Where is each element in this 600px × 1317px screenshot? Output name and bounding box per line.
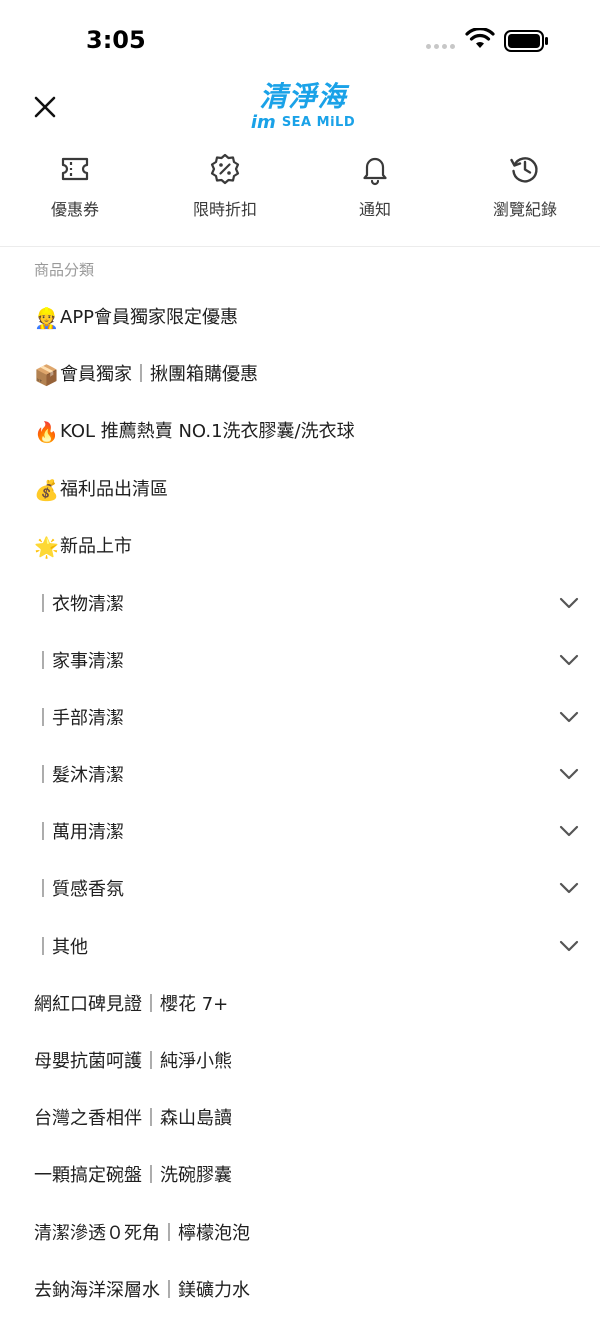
menu-item-kol-recommend[interactable]: 🔥KOL 推薦熱賣 NO.1洗衣膠囊/洗衣球 xyxy=(0,402,600,459)
browse-history-button[interactable]: 瀏覽紀錄 xyxy=(450,152,600,232)
menu-item-label: 新品上市 xyxy=(60,535,132,557)
wifi-icon xyxy=(465,28,495,48)
menu-item-group-buy[interactable]: 📦會員獨家｜揪團箱購優惠 xyxy=(0,345,600,402)
menu-item-label: 母嬰抗菌呵護｜純淨小熊 xyxy=(34,1051,232,1073)
close-icon xyxy=(34,96,56,118)
battery-icon xyxy=(504,30,548,52)
divider xyxy=(0,246,600,247)
chevron-down-icon xyxy=(559,597,579,608)
coupon-label: 優惠券 xyxy=(50,200,99,219)
menu-item-label: ｜衣物清潔 xyxy=(34,593,124,615)
quick-actions: 優惠券 限時折扣 通知 瀏覽紀錄 xyxy=(0,152,600,232)
brand-logo: 清淨海 im SEA MiLD xyxy=(248,80,358,136)
close-button[interactable] xyxy=(30,92,60,122)
menu-item-mineral-water[interactable]: 去鈉海洋深層水｜鎂礦力水 xyxy=(0,1260,600,1317)
menu-item-label: 一顆搞定碗盤｜洗碗膠囊 xyxy=(34,1165,232,1187)
menu-item-label: ｜家事清潔 xyxy=(34,650,124,672)
chevron-down-icon xyxy=(559,711,579,723)
package-emoji-icon: 📦 xyxy=(34,363,59,388)
browse-history-label: 瀏覽紀錄 xyxy=(492,200,557,219)
menu-item-new-arrivals[interactable]: 🌟新品上市 xyxy=(0,517,600,574)
coupon-button[interactable]: 優惠券 xyxy=(0,152,150,232)
menu-item-label: 網紅口碑見證｜櫻花 7+ xyxy=(34,993,229,1015)
chevron-down-icon xyxy=(559,940,579,951)
menu-item-dishwasher-capsule[interactable]: 一顆搞定碗盤｜洗碗膠囊 xyxy=(0,1146,600,1203)
menu-item-clearance[interactable]: 💰福利品出清區 xyxy=(0,460,600,517)
menu-item-lemon-bubble[interactable]: 清潔滲透０死角｜檸檬泡泡 xyxy=(0,1203,600,1260)
menu-item-label: 清潔滲透０死角｜檸檬泡泡 xyxy=(34,1222,250,1244)
fire-emoji-icon: 🔥 xyxy=(34,420,59,445)
menu-item-label: ｜萬用清潔 xyxy=(34,822,124,844)
chevron-down-icon xyxy=(559,826,579,837)
header: 清淨海 im SEA MiLD xyxy=(0,80,600,140)
chevron-down-icon xyxy=(559,654,579,665)
menu-item-household[interactable]: ｜家事清潔 xyxy=(0,631,600,688)
logo-wordmark: SEA MiLD xyxy=(281,115,356,130)
menu-item-label: ｜髮沐清潔 xyxy=(34,765,124,787)
coupon-icon xyxy=(61,157,89,181)
menu-item-label: APP會員獨家限定優惠 xyxy=(60,307,239,329)
menu-item-label: ｜質感香氛 xyxy=(34,879,124,901)
chevron-down-icon xyxy=(559,768,579,780)
status-bar: 3:05 xyxy=(0,0,600,80)
cellular-signal-icon xyxy=(426,44,455,49)
menu-item-label: 去鈉海洋深層水｜鎂礦力水 xyxy=(34,1279,250,1301)
menu-item-sakura[interactable]: 網紅口碑見證｜櫻花 7+ xyxy=(0,974,600,1031)
chevron-down-icon xyxy=(559,883,579,894)
history-icon xyxy=(510,157,538,183)
money-bag-emoji-icon: 💰 xyxy=(34,477,59,502)
discount-badge-icon xyxy=(210,153,240,185)
flash-discount-label: 限時折扣 xyxy=(192,200,257,219)
menu-item-label: 福利品出清區 xyxy=(60,478,168,500)
logo-chinese: 清淨海 xyxy=(259,80,347,113)
section-label-categories: 商品分類 xyxy=(34,261,95,279)
notification-button[interactable]: 通知 xyxy=(300,152,450,232)
flash-discount-button[interactable]: 限時折扣 xyxy=(150,152,300,232)
menu-item-label: KOL 推薦熱賣 NO.1洗衣膠囊/洗衣球 xyxy=(60,421,355,443)
menu-item-hand-care[interactable]: ｜手部清潔 xyxy=(0,688,600,745)
menu-item-label: ｜其他 xyxy=(34,936,88,958)
category-menu: 👷APP會員獨家限定優惠 📦會員獨家｜揪團箱購優惠 🔥KOL 推薦熱賣 NO.1… xyxy=(0,288,600,1317)
menu-item-laundry[interactable]: ｜衣物清潔 xyxy=(0,574,600,631)
menu-item-other[interactable]: ｜其他 xyxy=(0,917,600,974)
menu-item-forest-island[interactable]: 台灣之香相伴｜森山島讀 xyxy=(0,1089,600,1146)
logo-mark: im xyxy=(250,112,276,133)
logo-english: im SEA MiLD xyxy=(248,114,358,132)
menu-item-label: 台灣之香相伴｜森山島讀 xyxy=(34,1108,232,1130)
status-time: 3:05 xyxy=(86,26,146,54)
menu-item-app-member-exclusive[interactable]: 👷APP會員獨家限定優惠 xyxy=(0,288,600,345)
star-emoji-icon: 🌟 xyxy=(34,534,59,559)
menu-item-multipurpose[interactable]: ｜萬用清潔 xyxy=(0,803,600,860)
menu-item-baby-bear[interactable]: 母嬰抗菌呵護｜純淨小熊 xyxy=(0,1031,600,1088)
notification-label: 通知 xyxy=(358,200,391,219)
bell-icon xyxy=(363,157,387,186)
workers-emoji-icon: 👷 xyxy=(34,306,59,331)
menu-item-fragrance[interactable]: ｜質感香氛 xyxy=(0,860,600,917)
menu-item-label: 會員獨家｜揪團箱購優惠 xyxy=(60,364,258,386)
menu-item-label: ｜手部清潔 xyxy=(34,707,124,729)
menu-item-hair-body[interactable]: ｜髮沐清潔 xyxy=(0,746,600,803)
